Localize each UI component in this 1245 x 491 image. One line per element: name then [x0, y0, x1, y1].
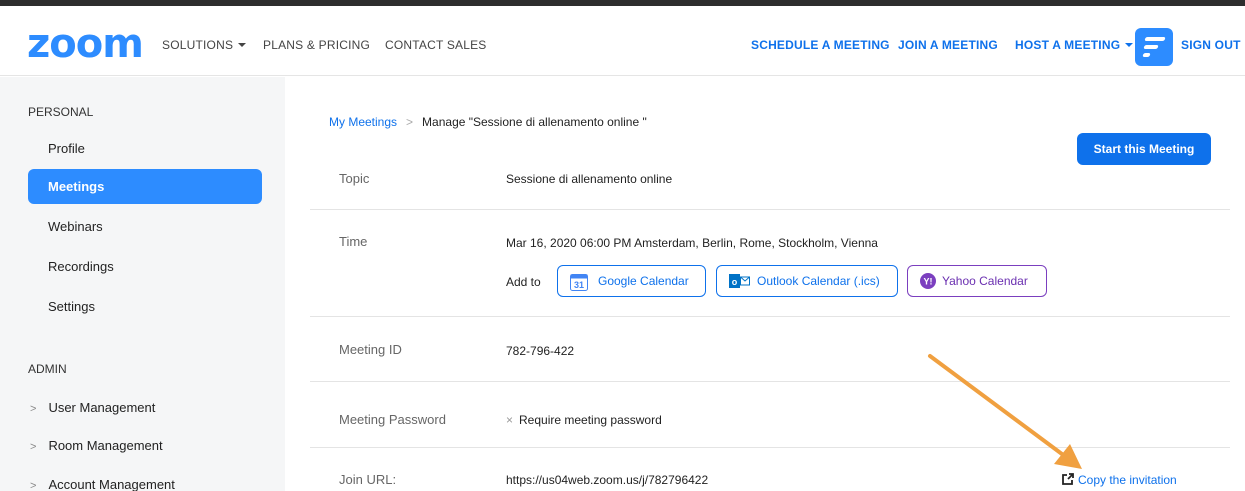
row-divider [310, 316, 1230, 317]
nav-schedule-meeting[interactable]: SCHEDULE A MEETING [751, 38, 890, 52]
chevron-down-icon [238, 43, 247, 47]
svg-text:o: o [732, 277, 738, 287]
meeting-id-label: Meeting ID [339, 342, 402, 357]
google-calendar-button[interactable]: 31 Google Calendar [557, 265, 706, 297]
time-value: Mar 16, 2020 06:00 PM Amsterdam, Berlin,… [506, 236, 878, 250]
sidebar: PERSONAL Profile Meetings Webinars Recor… [0, 77, 285, 491]
start-meeting-button[interactable]: Start this Meeting [1077, 133, 1211, 165]
orange-arrow-annotation [928, 354, 1082, 469]
breadcrumb: My Meetings > Manage "Sessione di allename… [329, 115, 647, 129]
avatar[interactable] [1135, 28, 1173, 66]
external-link-icon [1062, 473, 1074, 485]
row-divider [310, 447, 1230, 448]
outlook-calendar-button[interactable]: o Outlook Calendar (.ics) [716, 265, 898, 297]
yahoo-calendar-button[interactable]: Y! Yahoo Calendar [907, 265, 1047, 297]
breadcrumb-separator: > [406, 115, 414, 129]
row-divider [310, 209, 1230, 210]
sidebar-item-account-management[interactable]: > Account Management [30, 477, 175, 491]
nav-plans-pricing[interactable]: PLANS & PRICING [263, 38, 370, 52]
meeting-id-value: 782-796-422 [506, 344, 575, 358]
close-icon: × [506, 413, 514, 427]
chevron-right-icon: > [30, 403, 37, 415]
chevron-down-icon [1125, 43, 1134, 47]
google-calendar-icon: 31 [570, 274, 588, 291]
breadcrumb-my-meetings[interactable]: My Meetings [329, 115, 397, 129]
nav-join-meeting[interactable]: JOIN A MEETING [898, 38, 998, 52]
zoom-logo[interactable]: zoom [27, 24, 144, 64]
join-url-value[interactable]: https://us04web.zoom.us/j/782796422 [506, 473, 708, 487]
breadcrumb-current: Manage "Sessione di allenamento online " [422, 115, 647, 129]
sidebar-item-user-management[interactable]: > User Management [30, 400, 155, 415]
copy-invitation-link[interactable]: Copy the invitation [1062, 473, 1177, 487]
sidebar-item-meetings[interactable]: Meetings [28, 169, 262, 204]
sidebar-item-profile[interactable]: Profile [48, 141, 85, 156]
add-to-label: Add to [506, 275, 541, 289]
time-label: Time [339, 234, 368, 249]
yahoo-icon: Y! [920, 273, 936, 289]
topic-value: Sessione di allenamento online [506, 172, 673, 186]
sidebar-section-admin: ADMIN [28, 362, 67, 376]
topic-label: Topic [339, 171, 370, 186]
nav-solutions[interactable]: SOLUTIONS [162, 38, 247, 52]
sidebar-item-recordings[interactable]: Recordings [48, 259, 114, 274]
top-header: zoom SOLUTIONS PLANS & PRICING CONTACT S… [0, 6, 1245, 76]
nav-sign-out[interactable]: SIGN OUT [1181, 38, 1241, 52]
row-divider [310, 381, 1230, 382]
outlook-icon: o [729, 274, 750, 288]
sidebar-item-room-management[interactable]: > Room Management [30, 438, 163, 453]
nav-contact-sales[interactable]: CONTACT SALES [385, 38, 487, 52]
meeting-password-label: Meeting Password [339, 412, 446, 427]
join-url-label: Join URL: [339, 472, 397, 487]
svg-text:31: 31 [574, 280, 584, 290]
sidebar-item-webinars[interactable]: Webinars [48, 219, 103, 234]
svg-text:Y!: Y! [924, 277, 933, 287]
chevron-right-icon: > [30, 480, 37, 491]
sidebar-section-personal: PERSONAL [28, 105, 94, 119]
chevron-right-icon: > [30, 441, 37, 453]
meeting-password-value: × Require meeting password [506, 413, 662, 427]
nav-host-meeting[interactable]: HOST A MEETING [1015, 38, 1134, 52]
sidebar-item-settings[interactable]: Settings [48, 299, 95, 314]
